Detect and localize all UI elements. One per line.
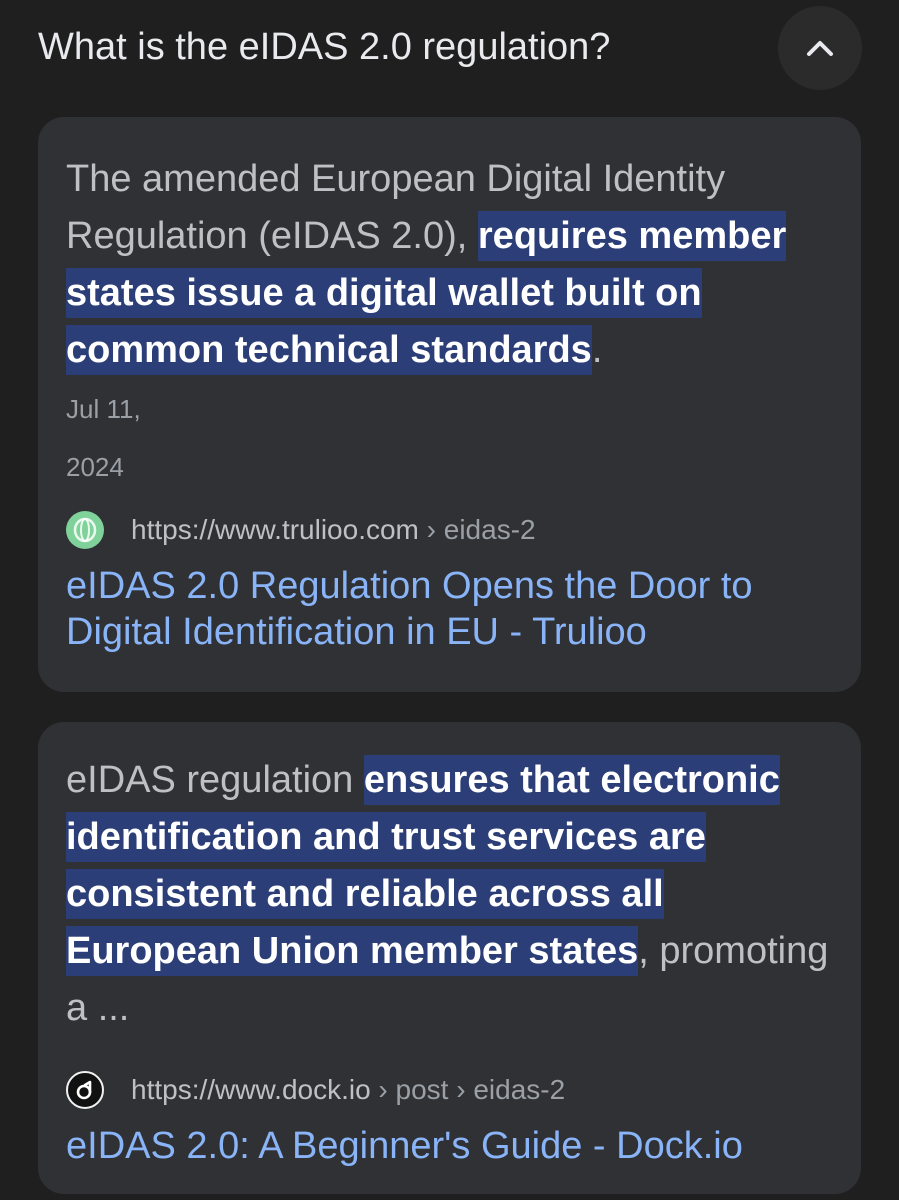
result-card[interactable]: eIDAS regulation ensures that electronic… bbox=[38, 722, 861, 1194]
url-path: › eidas-2 bbox=[418, 514, 536, 545]
result-snippet: The amended European Digital Identity Re… bbox=[66, 151, 833, 379]
trulioo-favicon-icon bbox=[66, 511, 104, 549]
result-date: Jul 11, 2024 bbox=[66, 395, 186, 481]
url-domain: https://www.dock.io bbox=[131, 1074, 371, 1105]
chevron-up-icon bbox=[807, 41, 833, 56]
dock-favicon-icon bbox=[66, 1071, 104, 1109]
result-card[interactable]: The amended European Digital Identity Re… bbox=[38, 117, 861, 692]
snippet-text-end: . bbox=[591, 329, 603, 371]
result-snippet: eIDAS regulation ensures that electronic… bbox=[66, 752, 833, 1037]
source-row[interactable]: https://www.dock.io › post › eidas-2 bbox=[66, 1071, 833, 1109]
result-title-link[interactable]: eIDAS 2.0 Regulation Opens the Door to D… bbox=[66, 563, 833, 655]
result-url: https://www.dock.io › post › eidas-2 bbox=[131, 1074, 565, 1106]
result-title-link[interactable]: eIDAS 2.0: A Beginner's Guide - Dock.io bbox=[66, 1123, 833, 1169]
collapse-button[interactable] bbox=[778, 6, 862, 90]
url-path: › post › eidas-2 bbox=[370, 1074, 566, 1105]
question-title: What is the eIDAS 2.0 regulation? bbox=[38, 26, 611, 68]
result-url: https://www.trulioo.com › eidas-2 bbox=[131, 514, 536, 546]
url-domain: https://www.trulioo.com bbox=[131, 514, 419, 545]
date-line: Jul 11, bbox=[66, 394, 141, 424]
source-row[interactable]: https://www.trulioo.com › eidas-2 bbox=[66, 511, 833, 549]
snippet-text: eIDAS regulation bbox=[66, 759, 364, 801]
question-header[interactable]: What is the eIDAS 2.0 regulation? bbox=[0, 0, 899, 100]
date-year: 2024 bbox=[66, 452, 124, 482]
